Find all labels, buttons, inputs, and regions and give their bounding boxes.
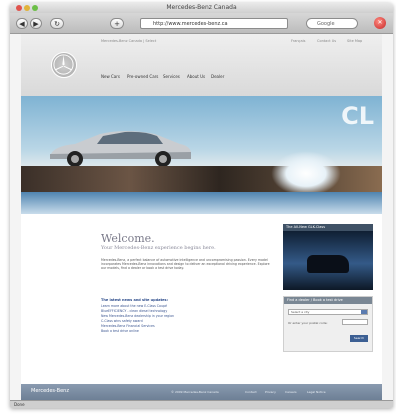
title-bar: Mercedes-Benz Canada [10,3,393,13]
main-content: Welcome. Your Mercedes-Benz experience b… [21,214,382,384]
dealer-search-button[interactable]: Search [350,335,368,342]
car-image [50,131,191,167]
promo-ad[interactable]: The All-New GLK-Class [283,224,373,290]
window-title: Mercedes-Benz Canada [166,4,237,11]
stop-button[interactable]: ✕ [374,17,386,29]
welcome-subtitle: Your Mercedes-Benz experience begins her… [101,245,216,251]
latest-news-title: The latest news and site updates: [101,298,168,302]
postal-code-input[interactable] [342,319,368,325]
dealer-locator: Find a dealer / Book a test drive Select… [283,296,373,352]
util-link-sitemap[interactable]: Site Map [347,39,362,43]
back-button[interactable]: ◀ [16,18,28,29]
dealer-header: Find a dealer / Book a test drive [284,297,372,304]
forward-button[interactable]: ▶ [30,18,42,29]
footer-logo[interactable]: Mercedes-Benz [31,388,69,394]
city-select[interactable]: Select a city [288,309,368,315]
hero-model-name: CL [341,102,374,130]
browser-window: Mercedes-Benz Canada ◀ ▶ ↻ + http://www.… [10,3,393,408]
footer-link-privacy[interactable]: Privacy [265,390,276,394]
util-link-french[interactable]: Français [291,39,305,43]
promo-header: The All-New GLK-Class [283,224,373,231]
city-select-value: Select a city [291,310,310,314]
water-image [21,192,382,214]
suv-image [307,255,349,273]
nav-preowned[interactable]: Pre-owned Cars [127,74,158,79]
site-header: Mercedes-Benz Canada | Select Français C… [21,34,382,96]
nav-about[interactable]: About Us [187,74,205,79]
url-text: http://www.mercedes-benz.ca [153,21,228,27]
nav-services[interactable]: Services [163,74,180,79]
news-link[interactable]: Mercedes-Benz Financial Services [101,324,155,328]
breadcrumb[interactable]: Mercedes-Benz Canada | Select [101,39,156,43]
util-link-contact[interactable]: Contact Us [317,39,336,43]
chevron-down-icon [361,310,367,314]
nav-new-cars[interactable]: New Cars [101,74,120,79]
footer-copyright: © 2009 Mercedes-Benz Canada [171,390,219,394]
footer-link-careers[interactable]: Careers [285,390,297,394]
address-bar[interactable]: http://www.mercedes-benz.ca [140,18,288,29]
news-link[interactable]: BlueEFFICIENCY - clean diesel technology [101,309,167,313]
welcome-heading: Welcome. [101,232,155,245]
status-bar: Done [10,400,393,408]
add-bookmark-button[interactable]: + [110,18,124,29]
footer-link-legal[interactable]: Legal Notice [307,390,326,394]
water-splash-image [271,151,341,196]
news-link[interactable]: Learn more about the new E-Class Coupé [101,304,167,308]
web-page: Mercedes-Benz Canada | Select Français C… [21,34,382,400]
site-footer: Mercedes-Benz © 2009 Mercedes-Benz Canad… [21,384,382,400]
search-placeholder: Google [317,21,335,27]
welcome-paragraph: Mercedes-Benz, a perfect balance of auto… [101,258,270,270]
news-link[interactable]: C-Class wins safety award [101,319,143,323]
search-field[interactable]: Google [306,18,358,29]
promo-image [283,231,373,290]
mercedes-star-logo[interactable] [51,52,77,78]
nav-dealer[interactable]: Dealer [211,74,224,79]
reload-button[interactable]: ↻ [50,18,64,29]
browser-toolbar: ◀ ▶ ↻ + http://www.mercedes-benz.ca Goog… [10,13,393,34]
news-link[interactable]: Book a test drive online [101,329,139,333]
star-icon [53,54,74,75]
hero-banner[interactable]: CL [21,96,382,214]
postal-code-label: Or enter your postal code: [288,321,328,325]
news-link[interactable]: New Mercedes-Benz dealership in your reg… [101,314,174,318]
status-text: Done [14,402,25,407]
footer-link-contact[interactable]: Contact [245,390,257,394]
